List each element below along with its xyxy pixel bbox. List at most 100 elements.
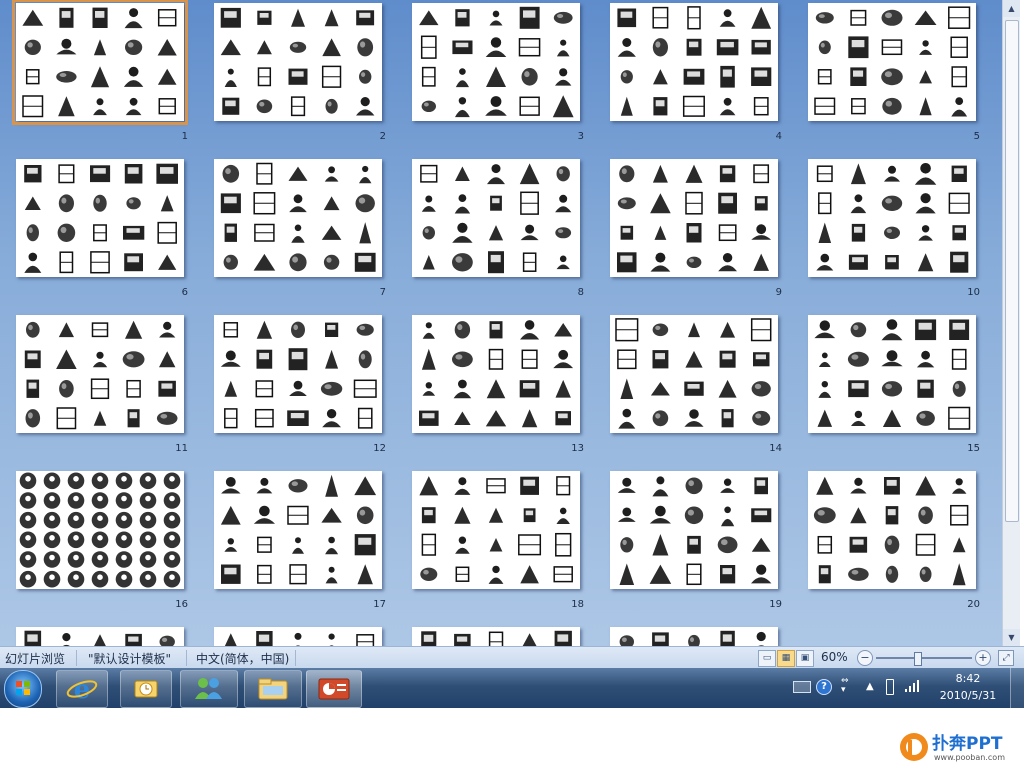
- powerpoint-icon: [318, 678, 350, 700]
- scroll-up-arrow-icon[interactable]: ▲: [1003, 0, 1020, 17]
- slide-thumbnail-20[interactable]: [808, 471, 976, 589]
- brand-watermark: 扑奔PPT www.pooban.com: [896, 726, 1024, 768]
- clock-time[interactable]: 8:42: [933, 672, 1003, 685]
- slide-thumbnail-14[interactable]: [610, 315, 778, 433]
- slide-thumbnail-17[interactable]: [214, 471, 382, 589]
- slide-thumbnail-partial-24[interactable]: [610, 627, 778, 646]
- crowd-silhouettes-icon: [420, 163, 572, 274]
- slide-thumbnail-16[interactable]: [16, 471, 184, 589]
- office-equipment-icon: [220, 320, 377, 429]
- slide-thumbnail-partial-21[interactable]: [16, 627, 184, 646]
- slide-number: 19: [769, 599, 782, 610]
- design-template-label[interactable]: "默认设计模板": [88, 650, 171, 667]
- slide-thumbnail-1[interactable]: [12, 0, 188, 125]
- slide-sorter-workspace: 1 2 3 4 5 6 7 8 9 10 11 12 13 14 15 16 17 18 19 20: [0, 0, 1002, 646]
- slide-sorter-view-button[interactable]: ▦: [777, 650, 795, 667]
- partial-slide-icon: [24, 630, 175, 646]
- input-method-icon[interactable]: ⇔ ▾: [841, 677, 849, 695]
- clock-date[interactable]: 2010/5/31: [933, 689, 1003, 702]
- education-icon: [617, 6, 772, 117]
- brand-url: www.pooban.com: [934, 753, 1005, 762]
- keyboard-icon[interactable]: [793, 681, 811, 693]
- internet-explorer-icon: e: [66, 675, 98, 705]
- taskbar: e ? ⇔ ▾ ▲ 8:42 2010/5/31: [0, 668, 1024, 708]
- computers-icon: [220, 474, 377, 585]
- slide-thumbnail-11[interactable]: [16, 315, 184, 433]
- awards-icon: [615, 318, 772, 429]
- partial-slide-icon: [224, 631, 375, 646]
- taskbar-messenger-button[interactable]: [180, 670, 238, 708]
- slide-thumbnail-10[interactable]: [808, 159, 976, 277]
- scroll-down-arrow-icon[interactable]: ▼: [1003, 629, 1020, 646]
- slide-thumbnail-2[interactable]: [214, 3, 382, 121]
- zoom-slider[interactable]: [876, 657, 972, 659]
- brand-title: 扑奔PPT: [932, 734, 1003, 754]
- slide-thumbnail-18[interactable]: [412, 471, 580, 589]
- slide-thumbnail-15[interactable]: [808, 315, 976, 433]
- zoom-slider-thumb[interactable]: [914, 652, 922, 666]
- slide-number: 1: [181, 131, 188, 142]
- slide-number: 6: [181, 287, 188, 298]
- slide-thumbnail-3[interactable]: [412, 3, 580, 121]
- slide-number: 14: [769, 443, 782, 454]
- partial-slide-icon: [421, 630, 572, 646]
- slideshow-view-button[interactable]: ▣: [796, 650, 814, 667]
- slide-thumbnail-7[interactable]: [214, 159, 382, 277]
- slide-thumbnail-6[interactable]: [16, 159, 184, 277]
- slide-number: 4: [775, 131, 782, 142]
- slide-number: 3: [577, 131, 584, 142]
- slide-thumbnail-partial-22[interactable]: [214, 627, 382, 646]
- svg-text:e: e: [74, 675, 91, 705]
- slide-thumbnail-19[interactable]: [610, 471, 778, 589]
- start-orb-icon[interactable]: [4, 670, 42, 708]
- language-label[interactable]: 中文(简体，中国): [196, 650, 289, 667]
- slide-number: 8: [577, 287, 584, 298]
- slide-number: 12: [373, 443, 386, 454]
- slide-thumbnail-4[interactable]: [610, 3, 778, 121]
- slide-thumbnail-8[interactable]: [412, 159, 580, 277]
- people-silhouettes-icon: [617, 164, 772, 273]
- slide-number: 2: [379, 131, 386, 142]
- slide-number: 13: [571, 443, 584, 454]
- zoom-in-button[interactable]: +: [975, 650, 991, 666]
- status-bar: 幻灯片浏览 "默认设计模板" 中文(简体，中国) ▭ ▦ ▣ 60% − + ⤢: [0, 646, 1024, 669]
- help-icon[interactable]: ?: [816, 679, 832, 695]
- slide-number: 11: [175, 443, 188, 454]
- slide-number: 9: [775, 287, 782, 298]
- taskbar-powerpoint-button[interactable]: [306, 670, 362, 708]
- outlook-icon: [134, 680, 158, 698]
- battery-icon[interactable]: [886, 679, 894, 695]
- slide-thumbnail-12[interactable]: [214, 315, 382, 433]
- slide-thumbnail-9[interactable]: [610, 159, 778, 277]
- slide-thumbnail-partial-23[interactable]: [412, 627, 580, 646]
- slide-number: 7: [379, 287, 386, 298]
- view-name-label: 幻灯片浏览: [5, 652, 66, 666]
- taskbar-outlook-button[interactable]: [120, 670, 172, 708]
- slide-number: 20: [967, 599, 980, 610]
- office-workers-icon: [24, 163, 178, 274]
- vehicles-icon: [813, 476, 969, 586]
- hands-tools-icon: [617, 476, 772, 586]
- clipart-people-icon: [22, 7, 177, 118]
- show-hidden-icons-icon[interactable]: ▲: [866, 681, 874, 692]
- taskbar-internet-explorer-button[interactable]: e: [56, 670, 108, 708]
- business-people-icon: [220, 162, 376, 272]
- zoom-level[interactable]: 60%: [821, 650, 848, 664]
- office-items-icon: [419, 6, 574, 118]
- messenger-icon: [195, 678, 222, 699]
- scroll-thumb[interactable]: [1005, 20, 1019, 522]
- fit-to-window-button[interactable]: ⤢: [998, 650, 1014, 666]
- vertical-scrollbar[interactable]: ▲ ▼: [1002, 0, 1020, 646]
- normal-view-button[interactable]: ▭: [758, 650, 776, 667]
- office-objects-icon: [814, 6, 971, 117]
- media-devices-icon: [419, 476, 573, 584]
- zoom-out-button[interactable]: −: [857, 650, 873, 666]
- slide-number: 5: [973, 131, 980, 142]
- slide-number: 10: [967, 287, 980, 298]
- slide-thumbnail-5[interactable]: [808, 3, 976, 121]
- slide-thumbnail-13[interactable]: [412, 315, 580, 433]
- slide-number: 17: [373, 599, 386, 610]
- slide-number: 16: [175, 599, 188, 610]
- taskbar-explorer-button[interactable]: [244, 670, 302, 708]
- show-desktop-button[interactable]: [1010, 668, 1024, 708]
